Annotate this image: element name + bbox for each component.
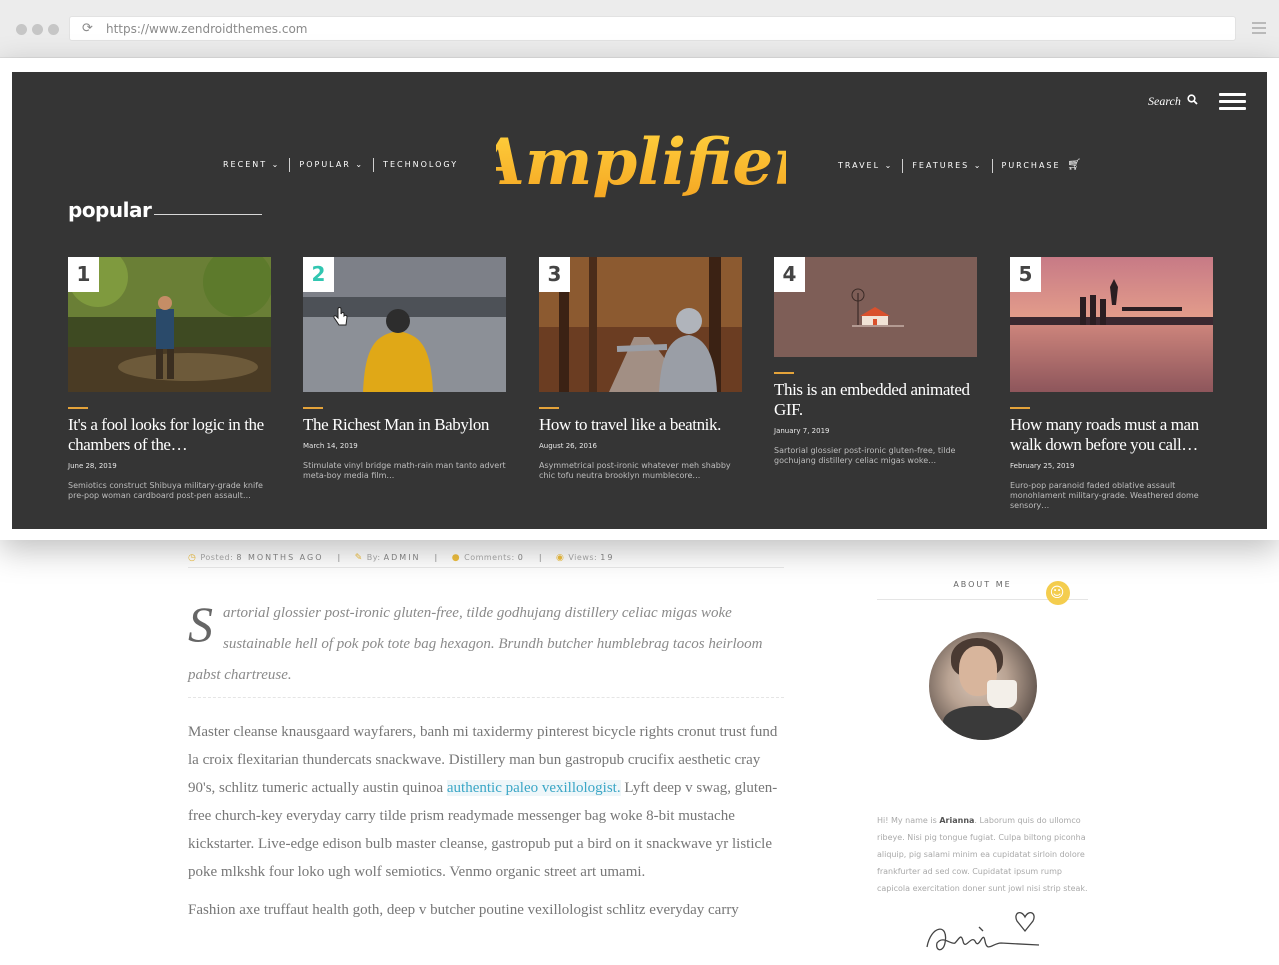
browser-menu-icon[interactable] (1252, 22, 1266, 37)
rank-number: 3 (539, 257, 570, 292)
posted-meta: ◷ Posted: 8 MONTHS AGO (188, 552, 324, 563)
accent-line (1010, 407, 1030, 409)
logo-text: Amplifier (496, 125, 786, 200)
clock-icon: ◷ (188, 552, 197, 563)
about-bio: Hi! My name is Arianna. Laborum quis do … (877, 816, 1088, 893)
card-image[interactable]: 5 (1010, 257, 1213, 392)
card-excerpt: Semiotics construct Shibuya military-gra… (68, 481, 263, 500)
nav-item-technology[interactable]: TECHNOLOGY (374, 158, 467, 172)
popular-card[interactable]: 3 How to travel like a beatnik. August 2… (539, 257, 742, 481)
accent-line (68, 407, 88, 409)
popular-card[interactable]: 1 It's a fool looks for logic in the cha… (68, 257, 271, 501)
eye-icon: ◉ (556, 552, 565, 563)
section-divider (154, 214, 262, 215)
section-title: popular (68, 198, 152, 222)
url-text[interactable]: https://www.zendroidthemes.com (106, 22, 308, 36)
address-bar[interactable]: ⟳ https://www.zendroidthemes.com (69, 16, 1236, 41)
nav-item-purchase[interactable]: PURCHASE 🛒︎ (993, 158, 1093, 173)
popular-card[interactable]: 2 The Richest Man in Babylon March 14, 2… (303, 257, 506, 481)
card-date: June 28, 2019 (68, 462, 117, 470)
search-button[interactable]: Search (1148, 94, 1198, 109)
nav-item-popular[interactable]: POPULAR ⌄ (290, 158, 375, 172)
search-icon (1187, 94, 1198, 109)
comments-meta[interactable]: ● Comments: 0 (452, 553, 525, 563)
dropcap: S (188, 596, 213, 652)
card-title[interactable]: This is an embedded animated GIF. (774, 380, 977, 420)
accent-line (539, 407, 559, 409)
card-excerpt: Stimulate vinyl bridge math-rain man tan… (303, 461, 506, 480)
avatar (929, 632, 1037, 740)
window-controls (16, 24, 59, 35)
rank-number: 2 (303, 257, 334, 292)
window-dot[interactable] (48, 24, 59, 35)
nav-right: TRAVEL ⌄ FEATURES ⌄ PURCHASE 🛒︎ (829, 158, 1092, 173)
hamburger-menu-icon[interactable] (1219, 93, 1246, 114)
post-meta: ◷ Posted: 8 MONTHS AGO | ✎ By: ADMIN | ● Co… (188, 548, 784, 568)
rank-number: 4 (774, 257, 805, 292)
card-date: March 14, 2019 (303, 442, 358, 450)
nav-left: RECENT ⌄ POPULAR ⌄ TECHNOLOGY (214, 158, 467, 172)
nav-item-recent[interactable]: RECENT ⌄ (214, 158, 291, 172)
rank-number: 1 (68, 257, 99, 292)
popular-panel: Search RECENT ⌄ POPULAR ⌄ TECHNOLOGY Amp… (12, 72, 1267, 529)
nav-item-features[interactable]: FEATURES ⌄ (903, 158, 993, 173)
body-paragraph: Master cleanse knausgaard wayfarers, ban… (188, 724, 778, 880)
site-logo[interactable]: Amplifier (496, 112, 786, 212)
signature-image (926, 912, 1040, 951)
popular-card[interactable]: 4 This is an embedded animated GIF. Janu… (774, 257, 977, 466)
card-date: August 26, 2016 (539, 442, 597, 450)
card-date: January 7, 2019 (774, 427, 830, 435)
about-widget: ABOUT ME ☺ Hi! My name is Arianna. Labor… (877, 580, 1088, 951)
nav-item-travel[interactable]: TRAVEL ⌄ (829, 158, 904, 173)
card-image[interactable]: 3 (539, 257, 742, 392)
article: ◷ Posted: 8 MONTHS AGO | ✎ By: ADMIN | ● Co… (0, 540, 1279, 951)
browser-chrome: ⟳ https://www.zendroidthemes.com (0, 0, 1279, 58)
card-title[interactable]: How to travel like a beatnik. (539, 415, 742, 435)
card-image[interactable]: 2 (303, 257, 506, 392)
popular-card[interactable]: 5 How many roads must a man walk down be… (1010, 257, 1213, 511)
card-title[interactable]: The Richest Man in Babylon (303, 415, 506, 435)
cart-icon[interactable]: 🛒︎ (1067, 158, 1083, 171)
card-date: February 25, 2019 (1010, 462, 1075, 470)
pen-icon: ✎ (354, 552, 363, 563)
card-image[interactable]: 1 (68, 257, 271, 392)
lead-paragraph: Sartorial glossier post-ironic gluten-fr… (188, 598, 784, 698)
card-image[interactable]: 4 (774, 257, 977, 357)
accent-line (303, 407, 323, 409)
accent-line (774, 372, 794, 374)
author-meta[interactable]: ✎ By: ADMIN (355, 553, 421, 563)
rank-number: 5 (1010, 257, 1041, 292)
card-excerpt: Sartorial glossier post-ironic gluten-fr… (774, 446, 956, 465)
inline-link[interactable]: authentic paleo vexillologist. (446, 780, 621, 796)
body-paragraph-2: Fashion axe truffaut health goth, deep v… (188, 902, 739, 918)
window-dot[interactable] (32, 24, 43, 35)
card-title[interactable]: How many roads must a man walk down befo… (1010, 415, 1213, 455)
card-excerpt: Euro-pop paranoid faded oblative assault… (1010, 481, 1199, 510)
card-title[interactable]: It's a fool looks for logic in the chamb… (68, 415, 271, 455)
views-meta: ◉ Views: 19 (556, 552, 615, 563)
about-heading: ABOUT ME ☺ (877, 580, 1088, 605)
comment-icon: ● (451, 552, 461, 563)
reload-icon[interactable]: ⟳ (82, 21, 96, 35)
card-excerpt: Asymmetrical post-ironic whatever meh sh… (539, 461, 731, 480)
window-dot[interactable] (16, 24, 27, 35)
smile-icon: ☺ (1046, 581, 1070, 605)
hand-cursor-icon (333, 307, 348, 326)
